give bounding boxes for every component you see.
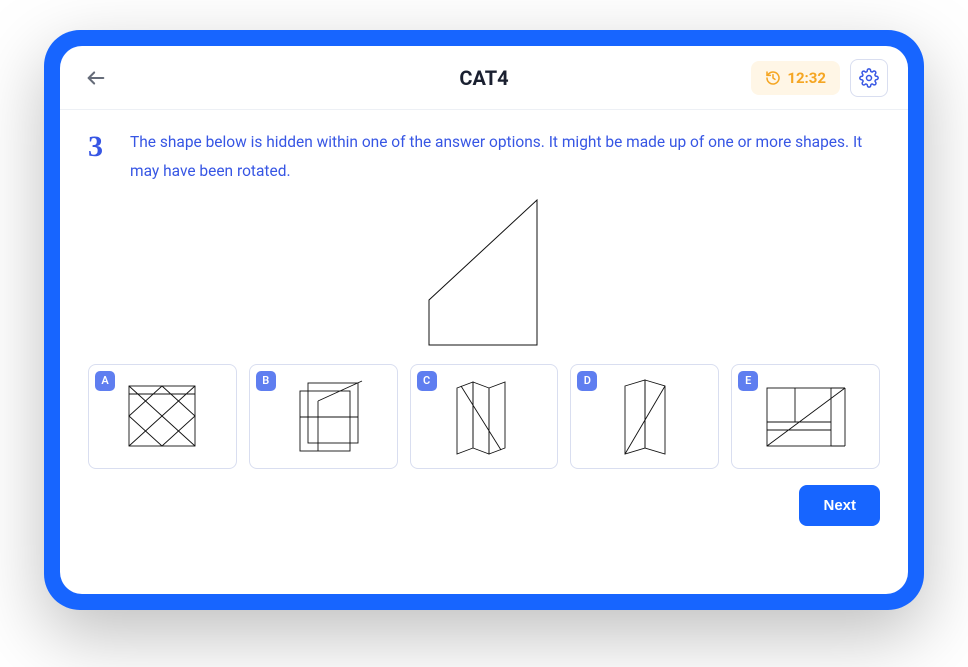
option-b[interactable]: B <box>249 364 398 469</box>
question-figure <box>88 195 880 350</box>
option-badge: B <box>256 371 276 391</box>
option-badge: E <box>738 371 758 391</box>
timer-badge: 12:32 <box>751 61 840 95</box>
option-a-shape-icon <box>121 380 203 452</box>
timer-value: 12:32 <box>787 69 826 87</box>
option-badge: D <box>577 371 597 391</box>
device-frame: CAT4 12:32 3 The shape below is hidden w… <box>44 30 924 610</box>
option-c[interactable]: C <box>410 364 559 469</box>
option-b-shape-icon <box>282 377 364 455</box>
option-a[interactable]: A <box>88 364 237 469</box>
answer-options: A B <box>88 364 880 469</box>
option-badge: C <box>417 371 437 391</box>
option-d-shape-icon <box>615 376 675 456</box>
top-bar: CAT4 12:32 <box>60 46 908 110</box>
top-right-controls: 12:32 <box>751 59 888 97</box>
settings-button[interactable] <box>850 59 888 97</box>
option-e-shape-icon <box>761 380 851 452</box>
footer-bar: Next <box>88 485 880 526</box>
history-icon <box>765 70 781 86</box>
option-d[interactable]: D <box>570 364 719 469</box>
option-e[interactable]: E <box>731 364 880 469</box>
back-button[interactable] <box>80 62 112 94</box>
question-header: 3 The shape below is hidden within one o… <box>88 128 880 187</box>
question-content: 3 The shape below is hidden within one o… <box>60 110 908 594</box>
question-text: The shape below is hidden within one of … <box>130 128 880 187</box>
arrow-left-icon <box>85 67 107 89</box>
option-badge: A <box>95 371 115 391</box>
option-c-shape-icon <box>443 376 525 456</box>
app-screen: CAT4 12:32 3 The shape below is hidden w… <box>60 46 908 594</box>
target-shape-icon <box>409 195 559 350</box>
next-button[interactable]: Next <box>799 485 880 526</box>
gear-icon <box>859 68 879 88</box>
question-number: 3 <box>88 130 112 163</box>
